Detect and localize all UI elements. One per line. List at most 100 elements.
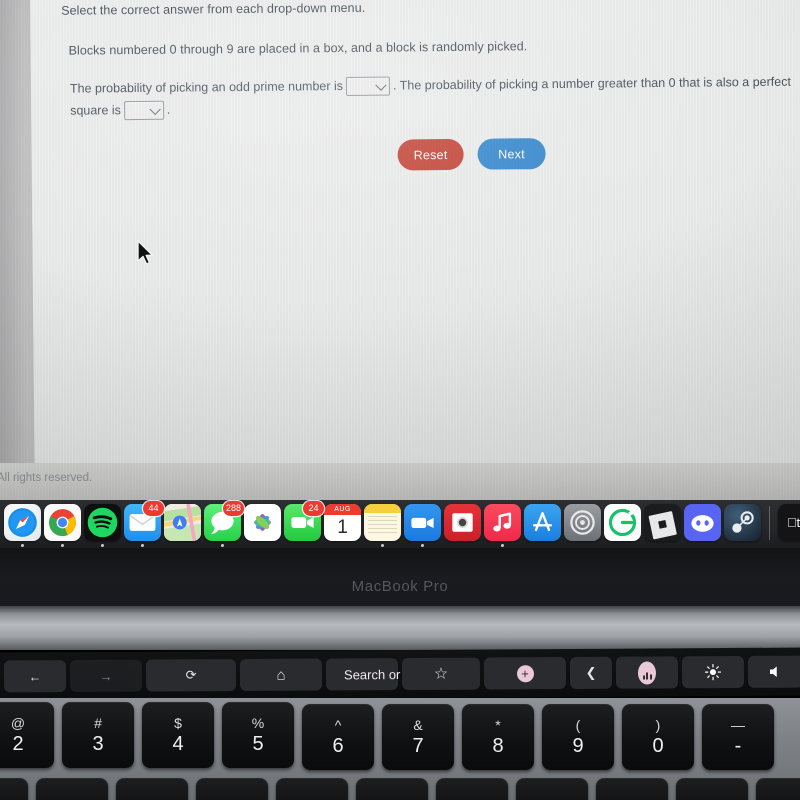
dock-item-steam[interactable]: [724, 504, 761, 541]
dock-item-maps[interactable]: [164, 504, 201, 541]
expand-control-strip-button[interactable]: ❮: [569, 656, 613, 689]
maps-icon: [164, 504, 201, 541]
dock-item-grammarly[interactable]: [604, 504, 641, 541]
photo-booth-icon: [444, 504, 481, 541]
grammarly-icon: [604, 504, 641, 541]
dock-item-music[interactable]: [484, 504, 521, 547]
dock-item-zoom[interactable]: [404, 504, 441, 547]
roblox-icon: [644, 504, 681, 541]
question-paragraph: The probability of picking an odd prime …: [70, 71, 800, 122]
key-number: 7: [412, 735, 424, 757]
running-indicator: [221, 544, 224, 547]
notes-icon: [364, 504, 401, 541]
question-content-card: Select the correct answer from each drop…: [30, 0, 800, 472]
dock-item-photos[interactable]: [244, 504, 281, 541]
dock-item-apple-tv[interactable]: tv: [778, 504, 800, 541]
key-letter-blank-3[interactable]: [116, 778, 188, 800]
forward-button[interactable]: →: [69, 659, 143, 693]
key-letter-blank-7[interactable]: [436, 778, 508, 800]
levels-icon: [637, 660, 657, 685]
key-letter-blank-8[interactable]: [516, 778, 588, 800]
next-button[interactable]: Next: [477, 138, 546, 170]
instruction-text: Select the correct answer from each drop…: [61, 0, 366, 18]
reset-button[interactable]: Reset: [397, 138, 464, 171]
key-symbol: *: [495, 717, 501, 733]
calendar-day: 1: [337, 517, 348, 538]
dropdown-perfect-square[interactable]: [123, 100, 164, 121]
forward-arrow-icon: →: [99, 668, 113, 684]
dock-item-app-store[interactable]: [524, 504, 561, 541]
home-button[interactable]: ⌂: [239, 658, 323, 692]
key-letter-blank-1[interactable]: [0, 778, 28, 800]
key-5[interactable]: % 5: [222, 702, 294, 768]
copyright-text: All rights reserved.: [0, 472, 93, 484]
key-symbol: @: [10, 715, 26, 731]
dock-item-mail[interactable]: 44: [124, 501, 164, 547]
key-letter-blank-5[interactable]: [276, 778, 348, 800]
key-6[interactable]: ^ 6: [302, 704, 374, 770]
key-minus[interactable]: — -: [702, 704, 774, 770]
problem-setup-text: Blocks numbered 0 through 9 are placed i…: [68, 39, 528, 58]
dropdown-odd-prime[interactable]: [345, 76, 391, 97]
key-number: 8: [492, 735, 504, 757]
dock-item-notes[interactable]: [364, 504, 401, 547]
brightness-icon: [704, 664, 722, 681]
laptop-keyboard: @ 2 # 3 $ 4 % 5 ^ 6 & 7 * 8 (9) 0 — -: [0, 698, 800, 800]
gear-icon: [564, 504, 601, 541]
question-text-end: .: [166, 102, 171, 117]
music-icon: [484, 504, 521, 541]
dock-item-discord[interactable]: [684, 504, 721, 541]
key-7[interactable]: & 7: [382, 704, 454, 770]
dock-items-row: 44 288 24 AUG 1 tv: [4, 501, 800, 547]
dock-item-system-settings[interactable]: [564, 504, 601, 541]
messages-badge: 288: [222, 501, 244, 516]
key-8[interactable]: * 8: [462, 704, 534, 770]
key-symbol: —: [731, 717, 745, 733]
spotify-icon: [84, 504, 121, 541]
url-search-field[interactable]: Search or type URL: [325, 658, 458, 691]
back-button[interactable]: ←: [3, 660, 67, 693]
key-letter-blank-6[interactable]: [356, 778, 428, 800]
keyboard-letter-row: [0, 778, 800, 800]
dock-item-facetime[interactable]: 24: [284, 501, 324, 541]
reload-button[interactable]: ⟳: [145, 659, 237, 692]
chevron-down-icon: [375, 79, 387, 91]
bookmark-button[interactable]: ☆: [401, 657, 481, 691]
dock-item-chrome[interactable]: [44, 504, 81, 547]
key-symbol: %: [251, 715, 265, 731]
key-symbol: (: [575, 717, 581, 733]
key-0[interactable]: ) 0: [622, 704, 694, 770]
key-letter-blank-9[interactable]: [596, 778, 668, 800]
key-letter-blank-10[interactable]: [676, 778, 748, 800]
key-2[interactable]: @ 2: [0, 702, 54, 768]
sound-levels-button[interactable]: [615, 656, 679, 689]
key-9[interactable]: ( 9: [542, 704, 614, 770]
key-letter-blank-4[interactable]: [196, 778, 268, 800]
mail-badge: 44: [143, 501, 164, 516]
brightness-button[interactable]: [681, 655, 745, 689]
dock-item-safari[interactable]: [4, 504, 41, 547]
running-indicator: [61, 544, 64, 547]
key-letter-blank-2[interactable]: [36, 778, 108, 800]
key-4[interactable]: $ 4: [142, 702, 214, 768]
home-icon: ⌂: [276, 666, 286, 684]
volume-button[interactable]: [747, 655, 800, 688]
key-letter-blank-11[interactable]: [756, 778, 800, 800]
calendar-month: AUG: [324, 504, 361, 515]
dock-item-roblox[interactable]: [644, 504, 681, 541]
macos-dock: 44 288 24 AUG 1 tv: [0, 500, 800, 548]
key-3[interactable]: # 3: [62, 702, 134, 768]
question-text-part1: The probability of picking an odd prime …: [69, 79, 344, 96]
chrome-icon: [44, 504, 81, 541]
apple-tv-icon: tv: [778, 504, 800, 541]
dock-item-calendar[interactable]: AUG 1: [324, 504, 361, 541]
dock-item-spotify[interactable]: [84, 504, 121, 547]
volume-icon: [769, 666, 777, 677]
discord-icon: [684, 504, 721, 541]
running-indicator: [501, 544, 504, 547]
dock-item-photo-booth[interactable]: [444, 504, 481, 541]
running-indicator: [141, 544, 144, 547]
dock-item-messages[interactable]: 288: [204, 501, 244, 547]
new-tab-button[interactable]: +: [483, 657, 567, 690]
chevron-left-icon: ❮: [585, 664, 597, 680]
